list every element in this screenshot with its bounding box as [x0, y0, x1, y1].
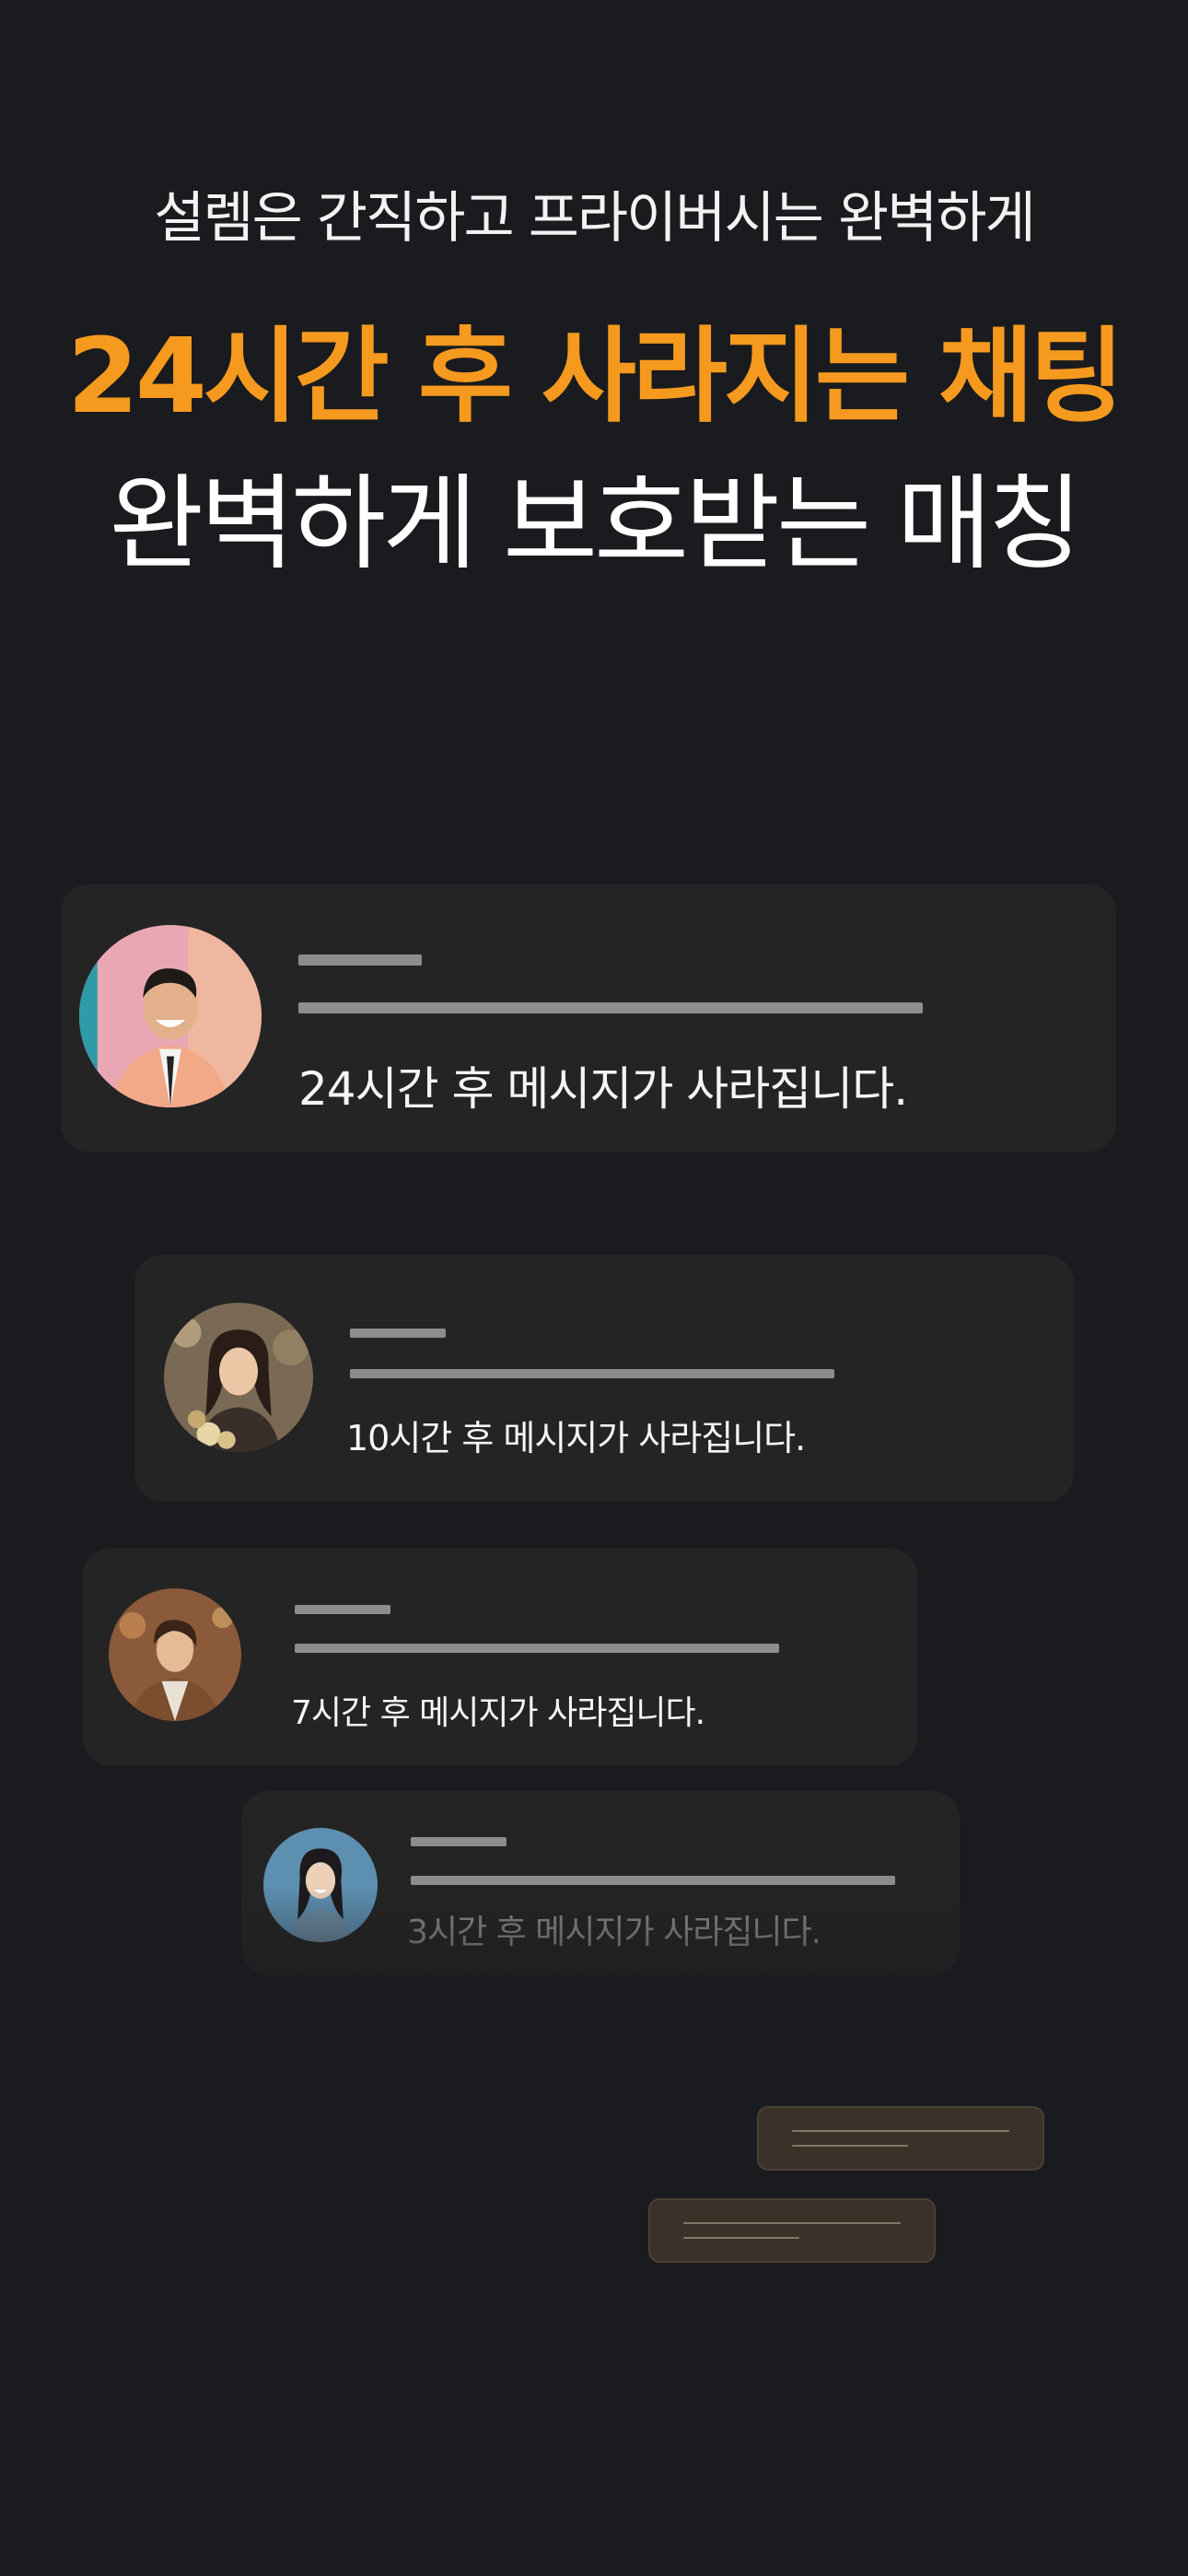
placeholder-preview-line — [295, 1644, 779, 1653]
message-bubble-placeholder — [757, 2106, 1044, 2171]
avatar-man-brown-jacket-icon — [109, 1588, 241, 1721]
placeholder-name-line — [350, 1329, 446, 1338]
expiry-message: 7시간 후 메시지가 사라집니다. — [291, 1694, 705, 1732]
placeholder-name-line — [295, 1605, 390, 1614]
expiry-message: 3시간 후 메시지가 사라집니다. — [407, 1914, 821, 1951]
avatar — [79, 925, 262, 1107]
message-bubble-placeholder — [648, 2198, 936, 2263]
promo-title-main: 완벽하게 보호받는 매칭 — [109, 464, 1083, 584]
avatar — [263, 1828, 378, 1942]
expiry-message: 10시간 후 메시지가 사라집니다. — [346, 1418, 806, 1458]
placeholder-text-line — [792, 2130, 1009, 2132]
expiry-message: 24시간 후 메시지가 사라집니다. — [298, 1062, 908, 1116]
avatar — [164, 1303, 313, 1452]
chat-card: 24시간 후 메시지가 사라집니다. — [61, 884, 1116, 1152]
avatar-woman-blue-background-icon — [263, 1828, 378, 1942]
placeholder-text-line — [683, 2237, 799, 2239]
placeholder-text-line — [683, 2222, 901, 2224]
placeholder-text-line — [792, 2145, 908, 2147]
avatar — [109, 1588, 241, 1721]
chat-card: 3시간 후 메시지가 사라집니다. — [241, 1791, 960, 1975]
chat-card: 7시간 후 메시지가 사라집니다. — [83, 1548, 917, 1765]
promo-subtitle: 설렘은 간직하고 프라이버시는 완벽하게 — [154, 186, 1036, 251]
promo-title-accent: 24시간 후 사라지는 채팅 — [66, 317, 1124, 437]
placeholder-preview-line — [411, 1876, 895, 1885]
avatar-man-peach-jacket-icon — [79, 925, 262, 1107]
placeholder-name-line — [298, 954, 422, 966]
placeholder-preview-line — [350, 1369, 834, 1378]
placeholder-name-line — [411, 1837, 507, 1846]
placeholder-preview-line — [298, 1002, 923, 1013]
chat-card: 10시간 후 메시지가 사라집니다. — [134, 1255, 1074, 1502]
avatar-woman-flowers-icon — [164, 1303, 313, 1452]
